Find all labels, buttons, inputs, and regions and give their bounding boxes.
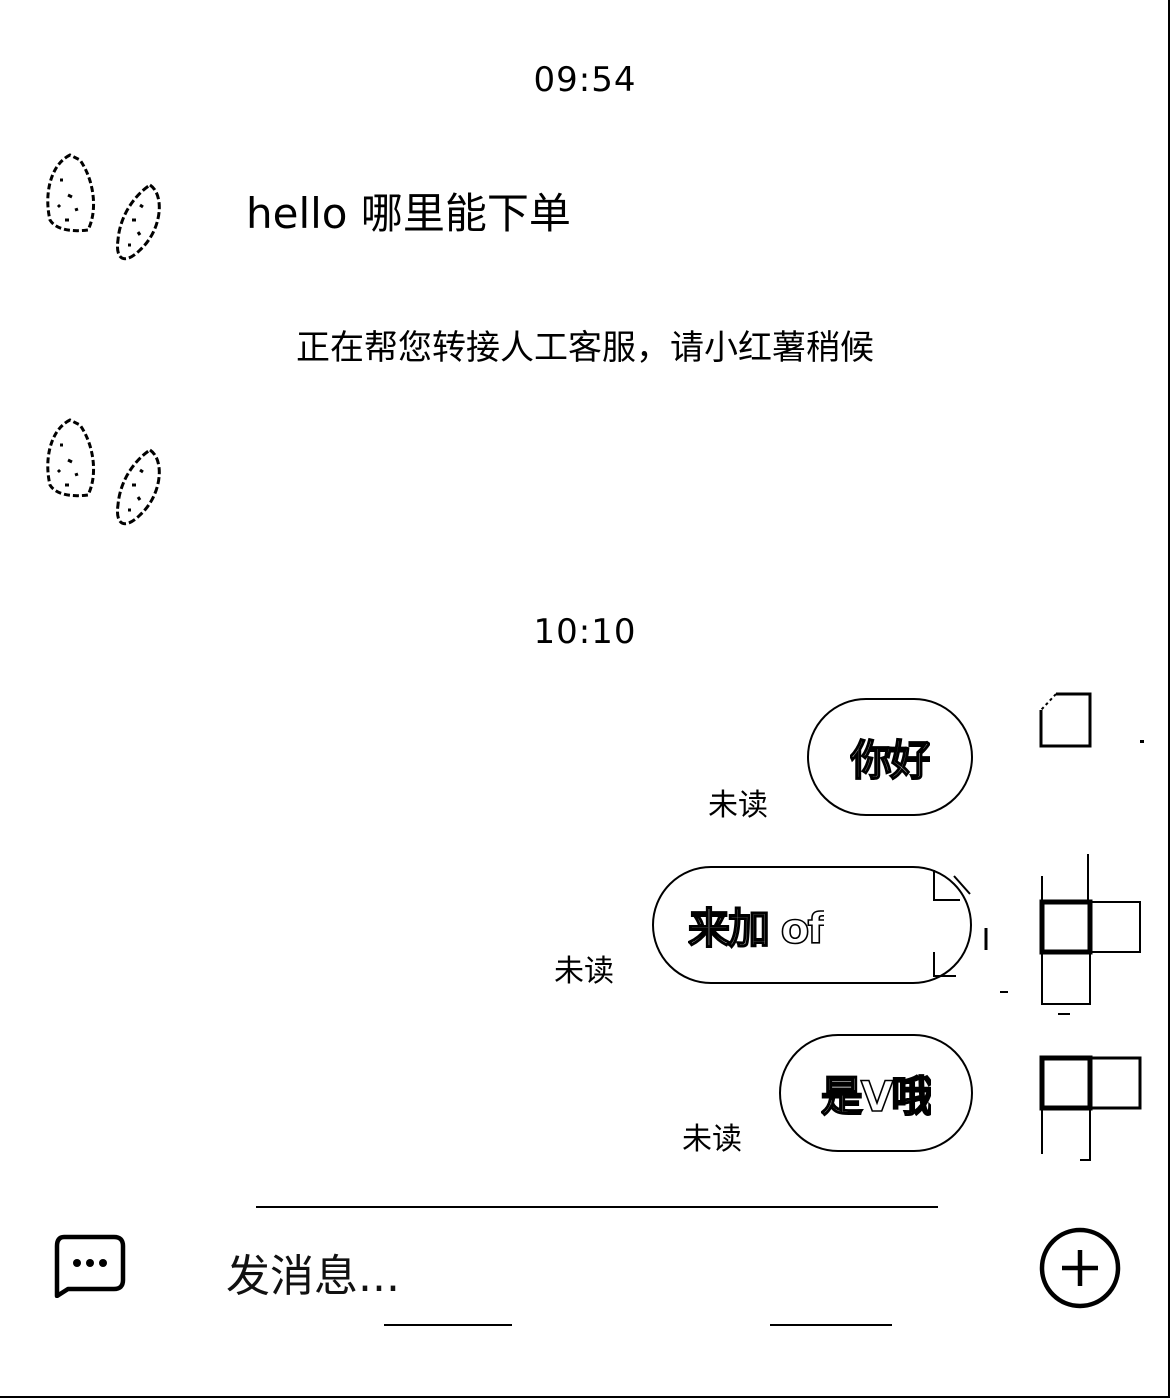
read-status: 未读 (682, 1122, 742, 1157)
outgoing-message-bubble[interactable]: 是V哦 (779, 1034, 973, 1152)
system-message: 正在帮您转接人工客服，请小红薯稍候 (296, 328, 874, 368)
user-avatar-icon[interactable] (1036, 690, 1146, 754)
input-underline (770, 1324, 892, 1326)
incoming-message: hello 哪里能下单 (246, 189, 571, 238)
outgoing-message-bubble[interactable]: 来加 of (652, 866, 972, 984)
agent-avatar-icon[interactable] (40, 150, 170, 270)
user-avatar-icon[interactable] (930, 850, 1150, 1024)
timestamp: 09:54 (533, 60, 637, 100)
agent-avatar-icon[interactable] (40, 415, 170, 535)
outgoing-message-bubble[interactable]: 你好 (807, 698, 973, 816)
read-status: 未读 (554, 954, 614, 989)
input-underline (384, 1324, 512, 1326)
plus-circle-icon[interactable] (1038, 1226, 1122, 1314)
user-avatar-icon[interactable] (1036, 1054, 1146, 1170)
message-input[interactable]: 发消息... (226, 1240, 400, 1304)
timestamp: 10:10 (533, 612, 637, 652)
message-text: 是V哦 (820, 1071, 932, 1122)
chat-screen: 09:54 hello 哪里能下单 正在帮您转接人工客服，请小红薯稍候 10:1… (0, 0, 1170, 1398)
chat-bubble-icon[interactable] (52, 1234, 126, 1302)
message-text: 你好 (849, 735, 930, 786)
read-status: 未读 (708, 788, 768, 823)
composer-divider (256, 1206, 938, 1208)
message-text: 来加 of (688, 903, 824, 954)
